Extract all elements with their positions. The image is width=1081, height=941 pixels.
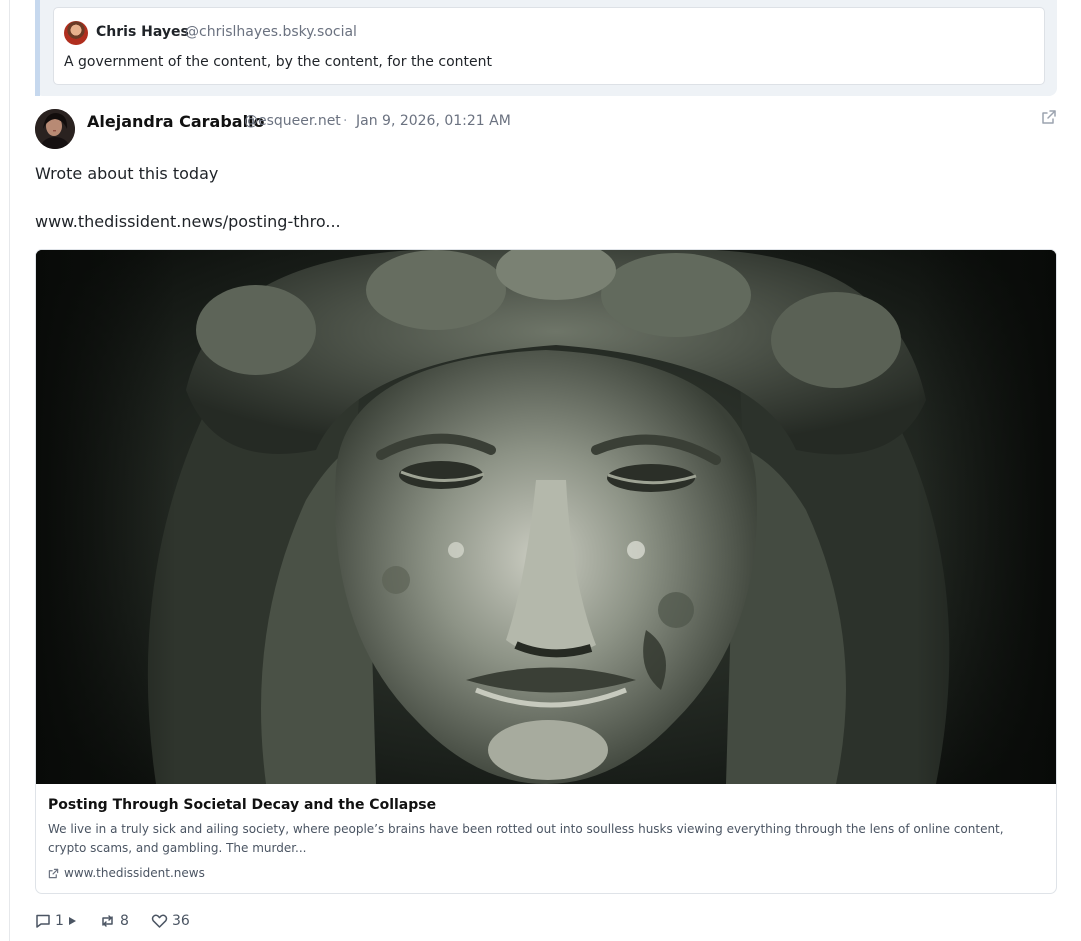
external-link-icon <box>48 868 59 878</box>
quoted-author-avatar[interactable] <box>64 21 88 45</box>
author-name[interactable]: Alejandra Caraballo <box>87 112 265 131</box>
quoted-author-name[interactable]: Chris Hayes <box>96 24 189 40</box>
quoted-post-text: A government of the content, by the cont… <box>64 54 492 70</box>
author-avatar[interactable] <box>35 109 75 149</box>
repost-count: 8 <box>120 913 129 929</box>
quoted-post-card[interactable]: Chris Hayes @chrislhayes.bsky.social A g… <box>53 7 1045 85</box>
reply-count: 1 <box>55 913 64 929</box>
post-timestamp[interactable]: Jan 9, 2026, 01:21 AM <box>356 113 511 129</box>
thread-rail <box>9 0 10 941</box>
author-handle[interactable]: @esqueer.net <box>244 113 341 129</box>
reply-button[interactable]: 1 <box>35 913 99 929</box>
repost-button[interactable]: 8 <box>99 913 151 929</box>
link-preview-image <box>36 250 1056 784</box>
quoted-author-handle[interactable]: @chrislhayes.bsky.social <box>185 24 357 40</box>
quote-accent-bar <box>35 0 40 96</box>
post-thread: Chris Hayes @chrislhayes.bsky.social A g… <box>0 0 1081 941</box>
link-card-title: Posting Through Societal Decay and the C… <box>48 797 437 813</box>
like-count: 36 <box>172 913 190 929</box>
link-card-description: We live in a truly sick and ailing socie… <box>48 822 1004 855</box>
post-actions: 1 8 36 <box>35 911 211 931</box>
link-preview-card[interactable]: Posting Through Societal Decay and the C… <box>35 249 1057 894</box>
post-link[interactable]: www.thedissident.news/posting-thro... <box>35 212 341 231</box>
link-card-domain: www.thedissident.news <box>64 866 205 880</box>
reply-icon <box>36 914 50 928</box>
post-text: Wrote about this today <box>35 164 219 183</box>
external-link-icon[interactable] <box>1040 108 1058 126</box>
heart-icon <box>151 914 168 928</box>
header-separator: · <box>343 113 348 129</box>
expand-thread-icon[interactable] <box>67 916 77 926</box>
avatar-portrait <box>35 109 75 149</box>
repost-icon <box>102 915 113 927</box>
like-button[interactable]: 36 <box>151 913 211 929</box>
link-card-domain-row: www.thedissident.news <box>48 865 205 881</box>
